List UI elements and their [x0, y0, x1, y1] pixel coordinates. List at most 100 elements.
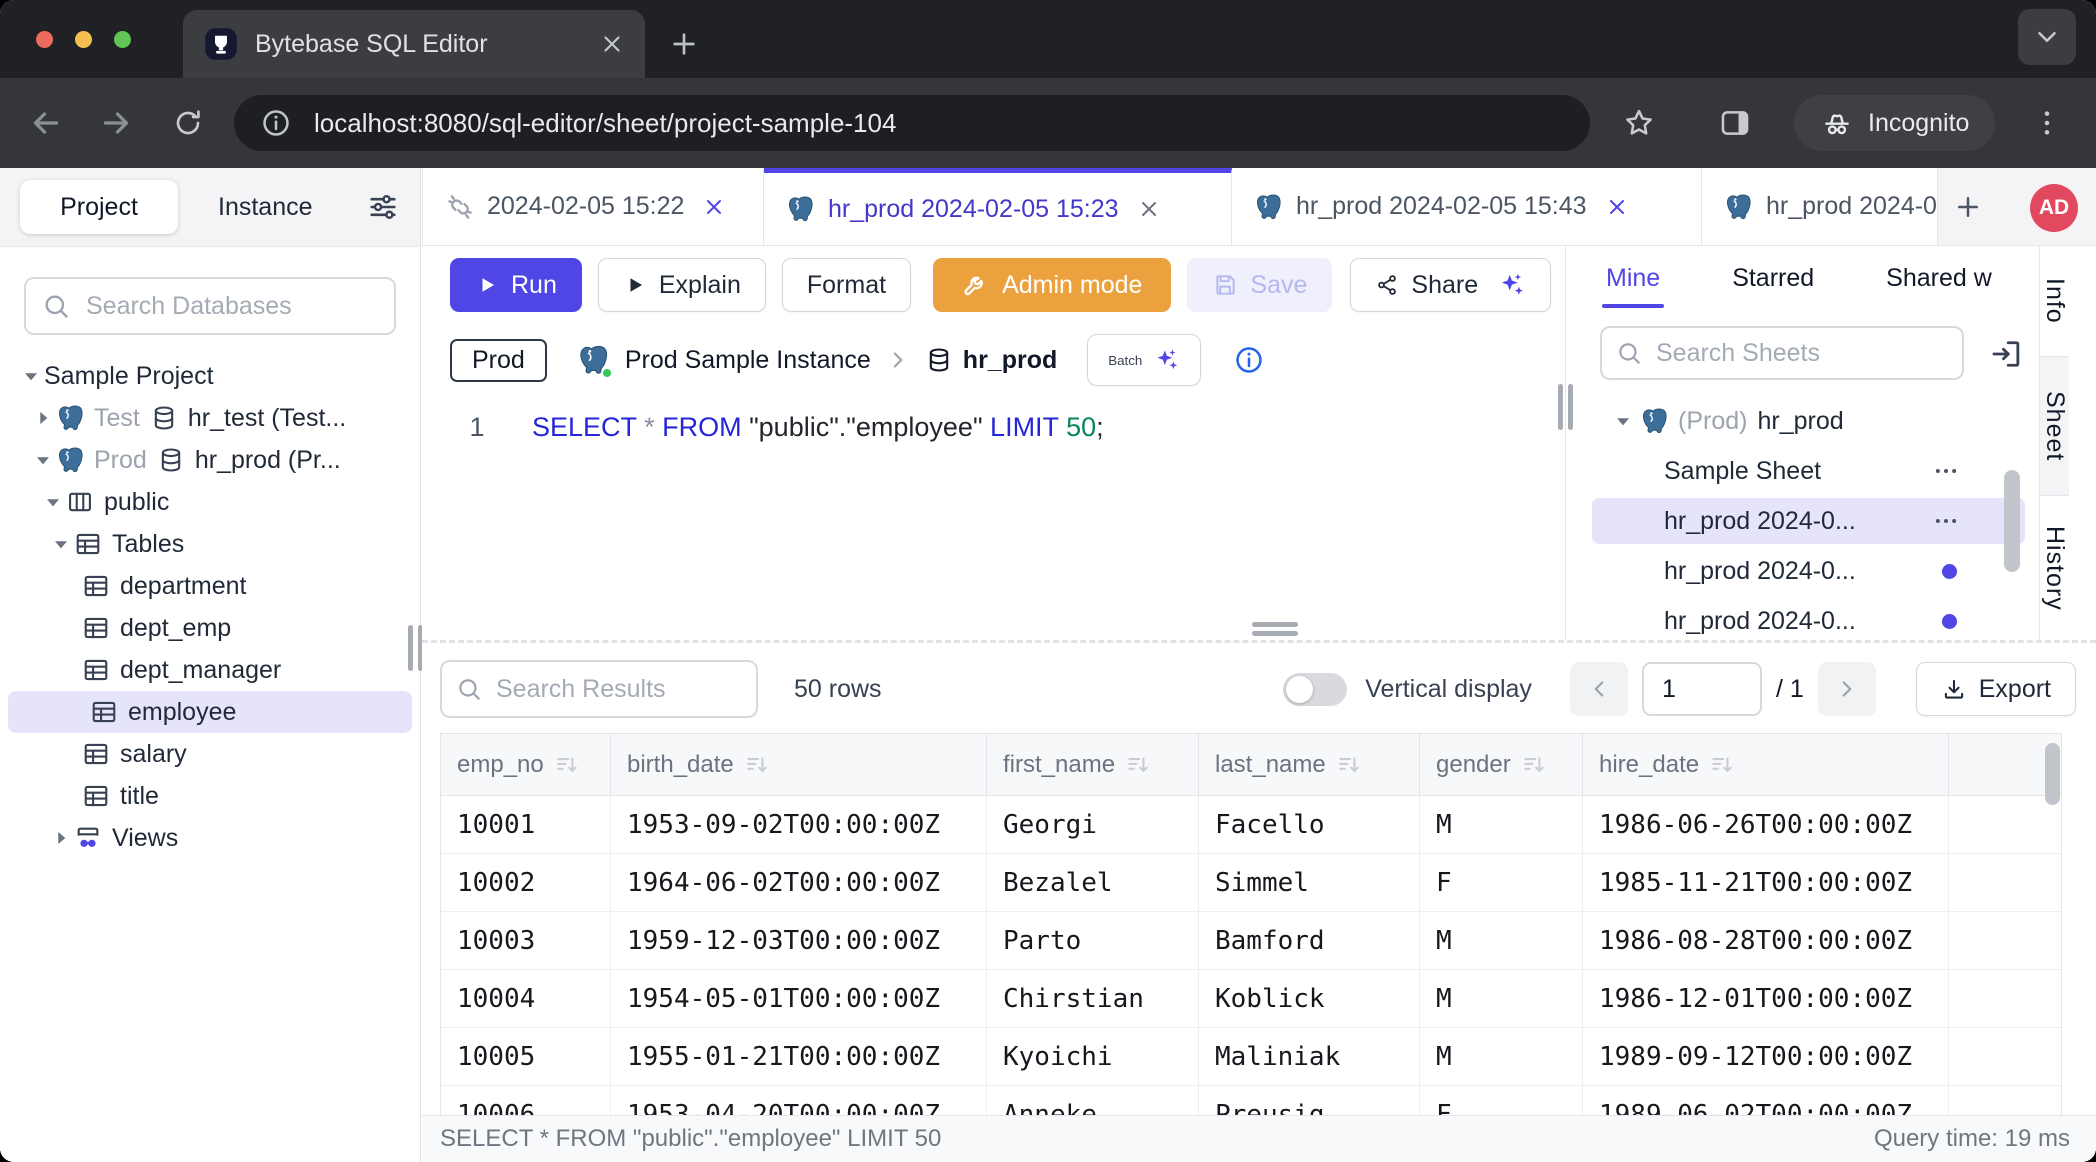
sort-icon[interactable]: [744, 752, 770, 778]
sheets-tab-starred[interactable]: Starred: [1732, 246, 1814, 310]
close-tab-icon[interactable]: [599, 31, 625, 57]
sort-icon[interactable]: [1709, 752, 1735, 778]
sort-icon[interactable]: [1521, 752, 1547, 778]
tree-item-sampleproject[interactable]: Sample Project: [0, 355, 420, 397]
back-button[interactable]: [28, 105, 64, 141]
column-header-birth_date[interactable]: birth_date: [611, 734, 987, 795]
sheets-tab-shared-w[interactable]: Shared w: [1886, 246, 1992, 310]
sheet-group[interactable]: (Prod)hr_prod: [1576, 396, 2039, 446]
close-tab-icon[interactable]: [1137, 197, 1161, 221]
browser-tab[interactable]: Bytebase SQL Editor: [183, 10, 645, 78]
tree-expander-icon[interactable]: [40, 489, 66, 515]
panel-resize-handle[interactable]: [1558, 384, 1573, 430]
tree-item-title[interactable]: title: [0, 775, 420, 817]
sort-icon[interactable]: [1336, 752, 1362, 778]
table-row[interactable]: 100061953-04-20T00:00:00ZAnnekePreusigF1…: [441, 1086, 2061, 1115]
sql-code-area[interactable]: 1 SELECT * FROM "public"."employee" LIMI…: [422, 398, 1565, 640]
run-button[interactable]: Run: [450, 258, 582, 312]
editor-tab[interactable]: hr_prod 2024-02-05 15:23: [764, 168, 1232, 245]
tree-item-employee[interactable]: employee: [8, 691, 412, 733]
new-tab-button[interactable]: [668, 28, 700, 60]
tree-item-public[interactable]: public: [0, 481, 420, 523]
tree-expander-icon[interactable]: [1610, 408, 1636, 434]
side-tab-info[interactable]: Info: [2040, 246, 2069, 356]
table-row[interactable]: 100011953-09-02T00:00:00ZGeorgiFacelloM1…: [441, 796, 2061, 854]
export-button[interactable]: Export: [1916, 662, 2076, 716]
editor-tab[interactable]: hr_prod 2024-02-05 15:43: [1232, 168, 1702, 245]
sheet-scrollbar[interactable]: [2004, 470, 2020, 572]
site-info-icon[interactable]: [260, 107, 292, 139]
tree-item-salary[interactable]: salary: [0, 733, 420, 775]
table-row[interactable]: 100031959-12-03T00:00:00ZPartoBamfordM19…: [441, 912, 2061, 970]
side-tab-history[interactable]: History: [2040, 496, 2069, 640]
close-tab-icon[interactable]: [702, 195, 726, 219]
next-page-button[interactable]: [1818, 662, 1876, 716]
sheet-item[interactable]: hr_prod 2024-0...: [1576, 596, 2039, 640]
tree-expander-icon[interactable]: [30, 447, 56, 473]
results-search[interactable]: [440, 660, 758, 718]
sheet-item[interactable]: hr_prod 2024-0...: [1576, 496, 2039, 546]
explain-button[interactable]: Explain: [598, 258, 766, 312]
tree-item-tables[interactable]: Tables: [0, 523, 420, 565]
column-header-emp_no[interactable]: emp_no: [441, 734, 611, 795]
column-header-hire_date[interactable]: hire_date: [1583, 734, 1949, 795]
admin-mode-button[interactable]: Admin mode: [933, 258, 1171, 312]
table-scrollbar[interactable]: [2045, 743, 2060, 805]
tree-item-dept_emp[interactable]: dept_emp: [0, 607, 420, 649]
close-tab-icon[interactable]: [1605, 195, 1629, 219]
search-databases-input[interactable]: [84, 291, 378, 322]
search-results-input[interactable]: [494, 674, 742, 705]
editor-tab[interactable]: 2024-02-05 15:22: [422, 168, 764, 245]
vertical-display-toggle[interactable]: [1283, 673, 1347, 706]
tree-item-department[interactable]: department: [0, 565, 420, 607]
avatar[interactable]: AD: [2030, 184, 2078, 232]
database-name[interactable]: hr_prod: [963, 346, 1057, 375]
sql-statement[interactable]: SELECT * FROM "public"."employee" LIMIT …: [532, 412, 1104, 443]
address-bar[interactable]: localhost:8080/sql-editor/sheet/project-…: [234, 95, 1590, 151]
import-sheet-icon[interactable]: [1988, 336, 2024, 372]
table-row[interactable]: 100051955-01-21T00:00:00ZKyoichiMaliniak…: [441, 1028, 2061, 1086]
tree-expander-icon[interactable]: [18, 363, 44, 389]
sheet-search[interactable]: [1600, 326, 1964, 380]
tree-item-views[interactable]: Views: [0, 817, 420, 859]
batch-button[interactable]: Batch: [1087, 334, 1201, 386]
sidebar-resize-handle[interactable]: [408, 625, 423, 671]
format-button[interactable]: Format: [782, 258, 911, 312]
sheet-menu-icon[interactable]: [1931, 506, 1961, 536]
minimize-window-button[interactable]: [75, 31, 92, 48]
sheet-item[interactable]: hr_prod 2024-0...: [1576, 546, 2039, 596]
column-header-gender[interactable]: gender: [1420, 734, 1583, 795]
browser-menu-icon[interactable]: [2031, 107, 2063, 139]
bookmark-star-icon[interactable]: [1622, 106, 1656, 140]
search-sheets-input[interactable]: [1654, 338, 1948, 369]
results-resize-handle[interactable]: [1252, 622, 1298, 640]
prev-page-button[interactable]: [1570, 662, 1628, 716]
filter-settings-icon[interactable]: [366, 190, 400, 224]
column-header-first_name[interactable]: first_name: [987, 734, 1199, 795]
table-row[interactable]: 100041954-05-01T00:00:00ZChirstianKoblic…: [441, 970, 2061, 1028]
database-search[interactable]: [24, 277, 396, 335]
tree-expander-icon[interactable]: [30, 405, 56, 431]
sheets-tab-mine[interactable]: Mine: [1606, 246, 1660, 310]
side-panel-icon[interactable]: [1718, 106, 1752, 140]
page-number-input[interactable]: [1642, 662, 1762, 716]
sheet-menu-icon[interactable]: [1931, 456, 1961, 486]
window-controls[interactable]: [36, 31, 131, 48]
close-window-button[interactable]: [36, 31, 53, 48]
save-button[interactable]: Save: [1187, 258, 1332, 312]
tab-project[interactable]: Project: [20, 180, 178, 234]
tree-expander-icon[interactable]: [48, 825, 74, 851]
tab-instance[interactable]: Instance: [218, 193, 313, 222]
tree-expander-icon[interactable]: [48, 531, 74, 557]
instance-name[interactable]: Prod Sample Instance: [625, 346, 871, 375]
sort-icon[interactable]: [1125, 752, 1151, 778]
table-row[interactable]: 100021964-06-02T00:00:00ZBezalelSimmelF1…: [441, 854, 2061, 912]
tree-item-dept_manager[interactable]: dept_manager: [0, 649, 420, 691]
forward-button[interactable]: [98, 105, 134, 141]
reload-button[interactable]: [172, 107, 204, 139]
sort-icon[interactable]: [554, 752, 580, 778]
new-sheet-button[interactable]: [1938, 168, 1998, 245]
tab-search-button[interactable]: [2018, 9, 2076, 65]
maximize-window-button[interactable]: [114, 31, 131, 48]
column-header-last_name[interactable]: last_name: [1199, 734, 1420, 795]
